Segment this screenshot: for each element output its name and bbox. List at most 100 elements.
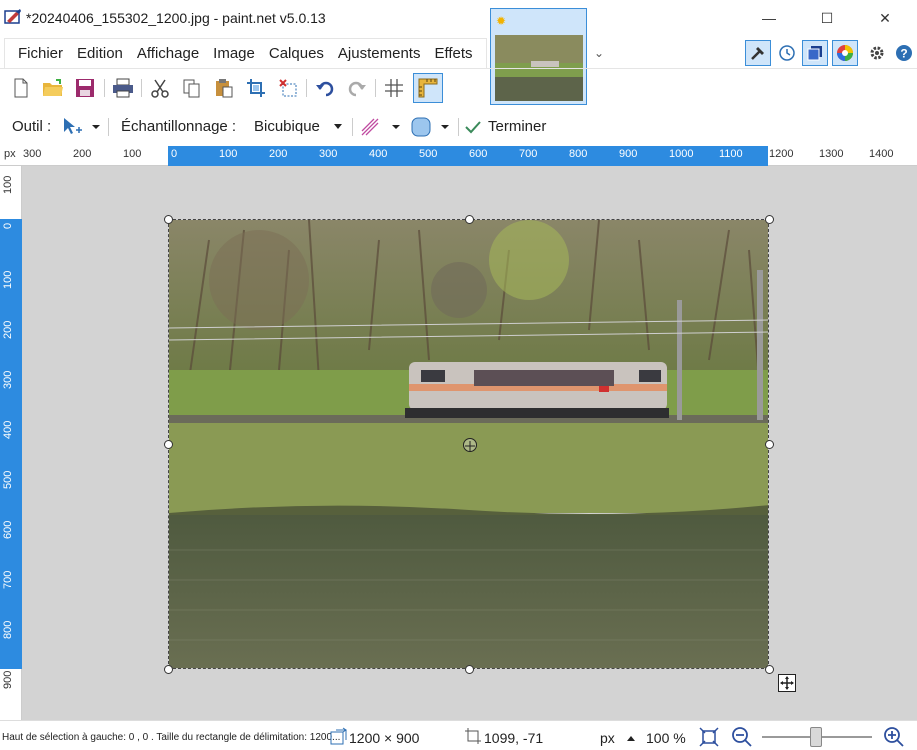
resize-handle-bottom[interactable] [465, 665, 474, 674]
menu-edition[interactable]: Edition [70, 45, 130, 62]
new-file-icon[interactable] [8, 75, 34, 101]
history-icon[interactable] [774, 40, 800, 66]
ruler-tick: 100 [2, 175, 14, 194]
close-button[interactable]: ✕ [862, 0, 908, 36]
paintnet-icon [4, 9, 21, 24]
toolbar-separator [104, 79, 105, 97]
ruler-tick: 300 [319, 148, 338, 160]
ruler-tick: 500 [419, 148, 438, 160]
crop-icon[interactable] [243, 75, 269, 101]
menu-bar: Fichier Edition Affichage Image Calques … [4, 38, 487, 68]
unsaved-indicator-icon: ✹ [496, 14, 507, 28]
ruler-unit: px [4, 148, 16, 160]
ruler-icon[interactable] [413, 73, 443, 103]
ruler-tick: 700 [2, 570, 14, 589]
undo-icon[interactable] [312, 75, 338, 101]
sampling-dropdown[interactable]: Bicubique [250, 116, 348, 138]
redo-icon[interactable] [344, 75, 370, 101]
toolbar-separator [141, 79, 142, 97]
resize-handle-bottom-right[interactable] [765, 665, 774, 674]
chevron-up-icon[interactable] [626, 734, 636, 742]
rotate-center-handle[interactable] [463, 438, 477, 452]
save-icon[interactable] [72, 75, 98, 101]
menu-effets[interactable]: Effets [427, 45, 479, 62]
options-separator [108, 118, 109, 136]
ruler-tick: 600 [2, 520, 14, 539]
units-selector[interactable]: px [600, 730, 615, 746]
zoom-slider-thumb[interactable] [810, 727, 822, 747]
ruler-tick: 600 [469, 148, 488, 160]
ruler-tick: 1300 [819, 148, 844, 160]
gear-icon[interactable] [864, 40, 890, 66]
resize-handle-top[interactable] [465, 215, 474, 224]
minimize-button[interactable]: — [746, 0, 792, 36]
title-bar: *20240406_155302_1200.jpg - paint.net v5… [0, 0, 917, 36]
tools-icon[interactable] [745, 40, 771, 66]
copy-icon[interactable] [179, 75, 205, 101]
ruler-tick: 400 [369, 148, 388, 160]
tool-selector[interactable] [62, 116, 102, 138]
resize-handle-left[interactable] [164, 440, 173, 449]
open-folder-icon[interactable] [40, 75, 66, 101]
options-separator [352, 118, 353, 136]
status-bar: Haut de sélection à gauche: 0 , 0 . Tail… [0, 720, 917, 750]
print-icon[interactable] [110, 75, 136, 101]
move-selected-tool-icon [64, 118, 100, 134]
antialiasing-icon [361, 118, 400, 136]
cursor-position: 1099, -71 [484, 730, 544, 746]
canvas-area[interactable] [22, 166, 917, 720]
layers-icon[interactable] [802, 40, 828, 66]
zoom-in-icon[interactable] [883, 726, 905, 748]
checkmark-icon [465, 121, 481, 134]
zoom-level[interactable]: 100 % [646, 730, 686, 746]
window-title: *20240406_155302_1200.jpg - paint.net v5… [26, 10, 326, 26]
ruler-tick: 1200 [769, 148, 794, 160]
svg-text:?: ? [900, 47, 907, 61]
ruler-tick: 300 [23, 148, 42, 160]
ruler-tick: 1000 [669, 148, 694, 160]
menu-fichier[interactable]: Fichier [11, 45, 70, 62]
ruler-tick: 400 [2, 420, 14, 439]
resize-handle-top-right[interactable] [765, 215, 774, 224]
tool-options-bar: Outil : Échantillonnage : Bicubique Term… [0, 108, 917, 144]
menu-ajustements[interactable]: Ajustements [331, 45, 428, 62]
ruler-tick: 100 [219, 148, 238, 160]
options-separator [458, 118, 459, 136]
ruler-tick: 900 [619, 148, 638, 160]
help-icon[interactable]: ? [891, 40, 917, 66]
ruler-tick: 700 [519, 148, 538, 160]
ruler-tick: 1100 [719, 148, 743, 160]
vertical-ruler: 100 0 100 200 300 400 500 600 700 800 90… [0, 166, 22, 720]
blend-mode-dropdown[interactable] [410, 115, 456, 139]
zoom-out-icon[interactable] [731, 726, 753, 748]
grid-icon[interactable] [381, 75, 407, 101]
deselect-icon[interactable] [275, 75, 301, 101]
ruler-tick: 200 [269, 148, 288, 160]
tool-label: Outil : [12, 118, 52, 135]
paste-icon[interactable] [211, 75, 237, 101]
cursor-position-icon [465, 728, 481, 744]
image-size-icon [330, 727, 347, 745]
menu-affichage[interactable]: Affichage [130, 45, 206, 62]
menu-calques[interactable]: Calques [262, 45, 331, 62]
ruler-tick: 100 [2, 270, 14, 289]
antialiasing-dropdown[interactable] [360, 115, 404, 139]
menu-image[interactable]: Image [206, 45, 262, 62]
resize-handle-bottom-left[interactable] [164, 665, 173, 674]
resize-handle-top-left[interactable] [164, 215, 173, 224]
zoom-to-window-icon[interactable] [699, 727, 719, 747]
chevron-down-icon[interactable]: ⌄ [594, 46, 604, 60]
resize-handle-right[interactable] [765, 440, 774, 449]
ruler-tick: 300 [2, 370, 14, 389]
ruler-tick: 1400 [869, 148, 894, 160]
colors-icon[interactable] [832, 40, 858, 66]
toolbar-separator [375, 79, 376, 97]
crosshair-icon [465, 441, 475, 451]
ruler-tick: 0 [2, 222, 14, 229]
ruler-tick: 900 [2, 670, 14, 689]
maximize-button[interactable]: ☐ [804, 0, 850, 36]
cut-icon[interactable] [147, 75, 173, 101]
ruler-tick: 200 [73, 148, 92, 160]
ruler-tick: 100 [123, 148, 142, 160]
status-hint: Haut de sélection à gauche: 0 , 0 . Tail… [2, 732, 341, 743]
